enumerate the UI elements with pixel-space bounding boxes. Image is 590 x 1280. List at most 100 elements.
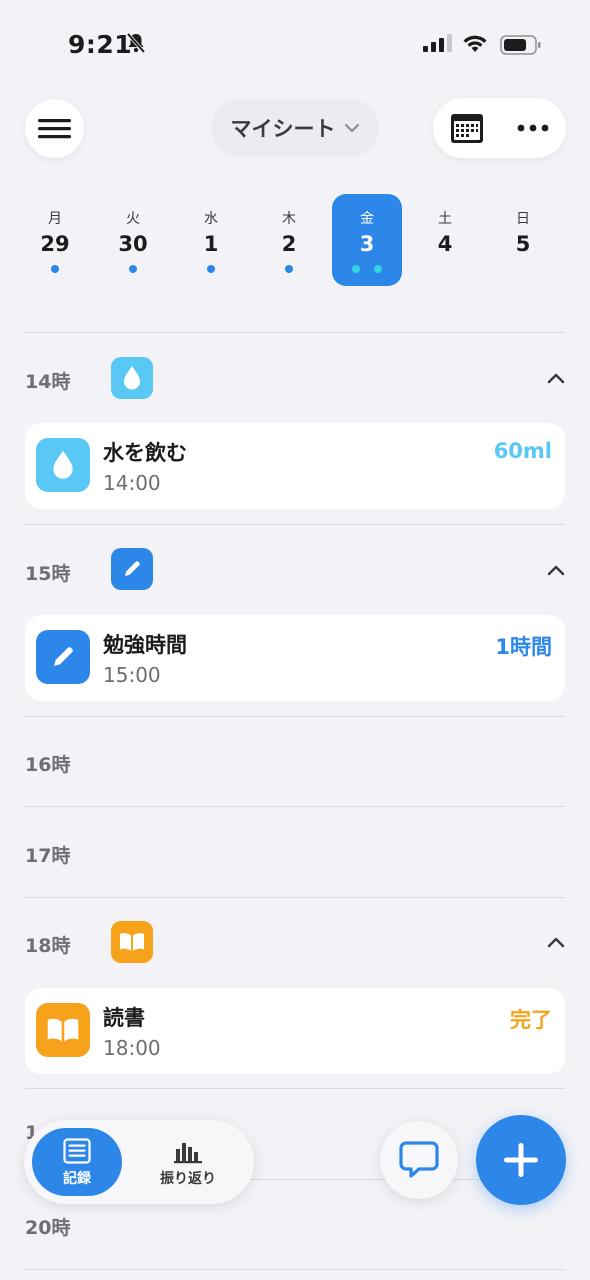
week-day-3[interactable]: 木2 [254,194,324,286]
tab-bar: 記録 振り返り [24,1120,254,1204]
weekday-label: 日 [516,211,530,227]
date-number: 3 [359,232,375,256]
weekday-label: 木 [282,211,296,227]
hour-category-badge [111,921,153,963]
record-dot [129,265,137,273]
record-dot [374,265,382,273]
date-number: 30 [118,232,148,256]
record-icon [36,438,90,492]
record-dot [285,265,293,273]
date-number: 4 [437,232,453,256]
weekday-label: 月 [48,211,62,227]
tab-record[interactable]: 記録 [32,1128,122,1196]
record-value: 1時間 [495,635,552,659]
week-day-2[interactable]: 水1 [176,194,246,286]
record-value: 60ml [493,439,552,463]
plus-icon [504,1143,538,1177]
record-title: 読書 [103,1006,145,1030]
water-drop-icon [53,450,73,479]
date-number: 1 [203,232,219,256]
divider [25,332,565,333]
collapse-chevron-up-icon[interactable] [546,370,566,389]
calendar-icon [451,114,483,143]
week-day-5[interactable]: 土4 [410,194,480,286]
date-number: 5 [515,232,531,256]
week-strip: 月 29 火 30 水 1 木 2 金 3 土 4 日 5 [20,194,570,286]
divider [25,716,565,717]
record-dots [20,265,90,273]
record-time: 14:00 [103,471,161,495]
cellular-signal-icon [423,34,453,56]
record-dot [352,265,360,273]
status-time: 9:21 [68,30,133,59]
date-number: 29 [40,232,70,256]
weekday-label: 水 [204,211,218,227]
record-value: 完了 [510,1008,552,1032]
hour-category-badge [111,548,153,590]
collapse-chevron-up-icon[interactable] [546,934,566,953]
weekday-label: 土 [438,211,452,227]
header-actions [433,98,566,158]
more-options-button[interactable] [511,106,555,150]
wifi-icon [462,33,488,57]
week-day-6[interactable]: 日5 [488,194,558,286]
weekday-label: 金 [360,211,374,227]
record-dots [176,265,246,273]
hamburger-icon [38,119,71,139]
divider [25,1088,565,1089]
pencil-icon [125,561,140,576]
record-title: 勉強時間 [103,633,187,657]
speech-bubble-icon [399,1141,439,1178]
record-dot [51,265,59,273]
divider [25,1269,565,1270]
book-icon [47,1018,79,1042]
pencil-icon [54,647,73,666]
record-dots [98,265,168,273]
collapse-chevron-up-icon[interactable] [546,562,566,581]
calendar-button[interactable] [443,106,491,150]
water-drop-icon [124,366,140,390]
add-record-button[interactable] [476,1115,566,1205]
battery-icon [500,35,542,59]
record-icon [36,630,90,684]
record-title: 水を飲む [103,441,187,465]
divider [25,524,565,525]
hour-category-badge [111,357,153,399]
sheet-selector[interactable]: マイシート [211,99,379,157]
tab-review-label: 振り返り [160,1171,216,1187]
more-dots-icon [517,124,549,132]
record-dots [332,265,402,273]
record-dots [254,265,324,273]
divider [25,897,565,898]
sheet-name: マイシート [230,117,336,141]
hour-label-14: 14時 [25,371,71,393]
hour-label-17: 17時 [25,845,71,867]
menu-button[interactable] [25,99,84,158]
record-card-water[interactable]: 水を飲む 14:00 60ml [25,423,565,509]
hour-label-20: 20時 [25,1217,71,1239]
week-day-0[interactable]: 月 29 [20,194,90,286]
status-bar: 9:21 [0,0,590,90]
date-number: 2 [281,232,297,256]
week-day-4[interactable]: 金3 [332,194,402,286]
weekday-label: 火 [126,211,140,227]
chat-button[interactable] [380,1121,458,1199]
divider [25,806,565,807]
bar-chart-icon [174,1143,202,1164]
book-icon [120,933,144,951]
record-time: 15:00 [103,663,161,687]
chevron-down-icon [344,123,359,133]
bell-muted-icon [126,32,146,58]
record-dot [207,265,215,273]
tab-record-label: 記録 [63,1171,91,1187]
hour-label-16: 16時 [25,754,71,776]
list-document-icon [63,1138,91,1164]
tab-review[interactable]: 振り返り [136,1128,240,1196]
week-day-1[interactable]: 火 30 [98,194,168,286]
record-card-study[interactable]: 勉強時間 15:00 1時間 [25,615,565,701]
hour-label-15: 15時 [25,563,71,585]
record-icon [36,1003,90,1057]
hour-label-18: 18時 [25,935,71,957]
record-time: 18:00 [103,1036,161,1060]
record-card-reading[interactable]: 読書 18:00 完了 [25,988,565,1074]
